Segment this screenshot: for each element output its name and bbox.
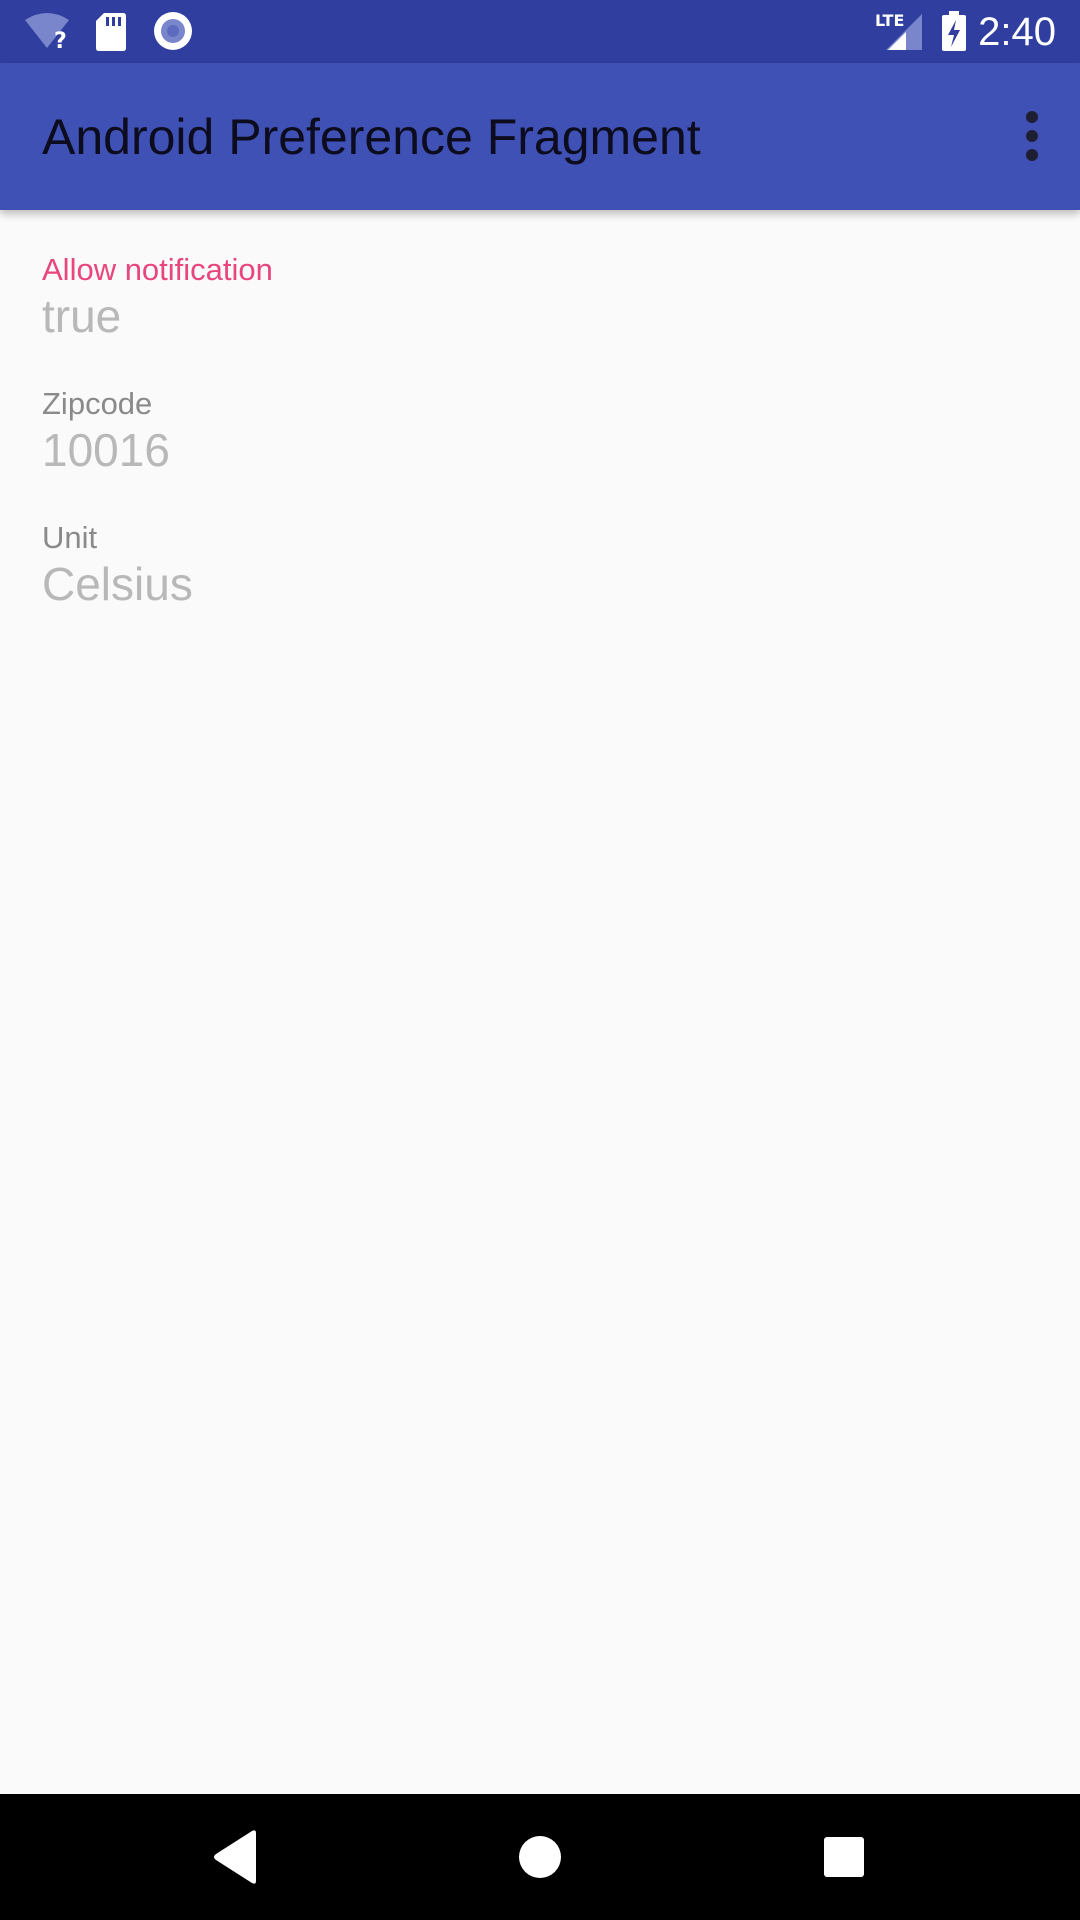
status-time: 2:40 (978, 10, 1056, 54)
preference-unit[interactable]: Unit Celsius (0, 518, 1080, 652)
network-label: LTE (875, 11, 904, 30)
app-bar: Android Preference Fragment (0, 63, 1080, 210)
sd-card-icon (96, 13, 126, 51)
navigation-bar (0, 1794, 1080, 1920)
svg-text:?: ? (54, 29, 67, 52)
battery-charging-icon (942, 11, 966, 51)
preference-summary: true (42, 290, 122, 342)
recents-icon[interactable] (814, 1827, 874, 1887)
screen: ? LTE 2:40 Android Preference Fragment A… (0, 0, 1080, 1920)
preference-title: Allow notification (42, 252, 273, 287)
preference-title: Zipcode (42, 386, 153, 421)
preference-title: Unit (42, 520, 98, 555)
home-icon[interactable] (510, 1827, 570, 1887)
preference-summary: Celsius (42, 558, 193, 610)
sync-circle-icon (154, 12, 192, 50)
status-bar: ? LTE 2:40 (0, 0, 1080, 63)
preference-summary: 10016 (42, 424, 170, 476)
back-icon[interactable] (206, 1827, 266, 1887)
preference-list: Allow notification true Zipcode 10016 Un… (0, 210, 1080, 652)
preference-allow-notification[interactable]: Allow notification true (0, 250, 1080, 384)
app-title: Android Preference Fragment (42, 109, 701, 165)
wifi-unknown-icon: ? (25, 13, 69, 52)
lte-signal-icon: LTE (875, 11, 922, 50)
preference-zipcode[interactable]: Zipcode 10016 (0, 384, 1080, 518)
more-vert-icon[interactable] (1004, 99, 1060, 173)
